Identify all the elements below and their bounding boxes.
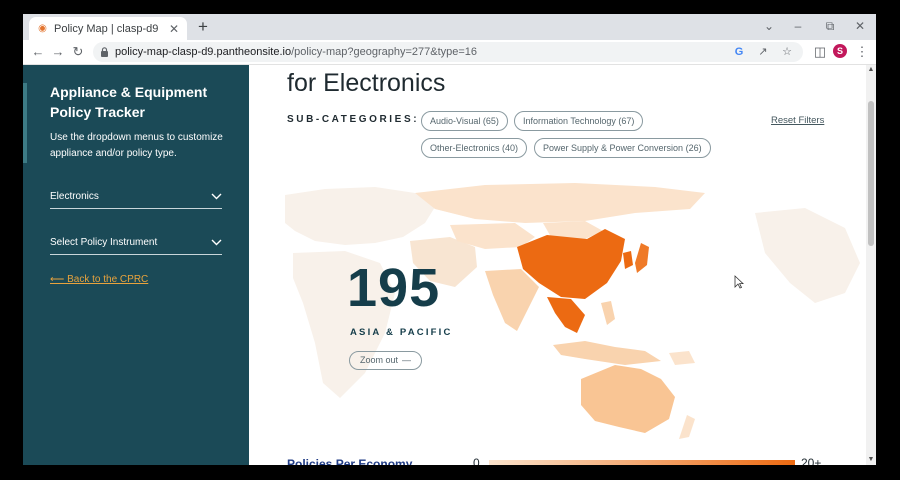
scroll-up-icon[interactable]: ▲ [866,65,876,75]
map-region-russia [415,183,705,223]
legend-min: 0 [473,456,480,465]
map-region-philippines [601,301,615,325]
chip-information-technology[interactable]: Information Technology (67) [514,111,644,131]
map-region-png [669,351,695,365]
map-region-korea [623,251,633,269]
tab-strip: ◉ Policy Map | clasp-d9 ✕ + ⌄ – ⧉ ✕ [23,14,876,40]
address-bar[interactable]: policy-map-clasp-d9.pantheonsite.io/poli… [93,42,803,62]
favicon-icon: ◉ [38,23,47,34]
policy-count: 195 [347,258,441,318]
page-heading: for Electronics [287,69,446,97]
map-region-japan [635,243,649,273]
policy-instrument-select[interactable]: Select Policy Instrument [50,230,222,255]
reset-filters-link[interactable]: Reset Filters [771,115,824,126]
legend-max: 20+ [801,456,822,465]
chip-power-supply[interactable]: Power Supply & Power Conversion (26) [534,138,711,158]
profile-avatar[interactable]: S [833,44,847,58]
legend-gradient-bar [489,460,795,465]
map-region-americas [755,208,860,303]
mouse-cursor-icon [734,275,744,289]
legend-title: Policies Per Economy [287,457,413,465]
bookmark-star-icon[interactable]: ☆ [779,44,795,60]
browser-window: ◉ Policy Map | clasp-d9 ✕ + ⌄ – ⧉ ✕ ← → … [23,14,876,465]
google-icon[interactable]: G [731,44,747,60]
browser-toolbar: ← → ↻ policy-map-clasp-d9.pantheonsite.i… [23,40,876,65]
map-region-indonesia [553,341,661,365]
close-window-button[interactable]: ✕ [852,18,868,34]
region-name: ASIA & PACIFIC [350,327,453,338]
url-text: policy-map-clasp-d9.pantheonsite.io/poli… [115,46,478,58]
new-tab-button[interactable]: + [195,18,211,35]
appliance-select[interactable]: Electronics [50,184,222,209]
chip-audio-visual[interactable]: Audio-Visual (65) [421,111,508,131]
scroll-thumb[interactable] [868,101,874,246]
page-viewport: Appliance & Equipment Policy Tracker Use… [23,65,876,465]
minus-icon: — [402,355,412,365]
subcategories-label: SUB-CATEGORIES: [287,114,420,125]
page-scrollbar[interactable]: ▲ ▼ [866,65,876,465]
map-region-australia [581,365,675,433]
zoom-out-label: Zoom out [360,355,399,365]
tab-close-icon[interactable]: ✕ [167,22,181,36]
reload-icon[interactable]: ↻ [69,43,87,61]
sidepanel-icon[interactable]: ◫ [811,43,829,61]
appliance-select-value: Electronics [50,190,99,202]
zoom-out-button[interactable]: Zoom out — [349,351,423,370]
map-region-southeast-asia [547,297,585,333]
map-region-europe [285,187,435,245]
restore-button[interactable]: ⧉ [822,18,838,34]
share-icon[interactable]: ↗ [755,44,771,60]
map-region-new-zealand [679,415,695,439]
tab-title: Policy Map | clasp-d9 [54,22,159,35]
lock-icon [101,47,108,57]
sidebar-title: Appliance & Equipment Policy Tracker [50,84,208,120]
forward-arrow-icon[interactable]: → [49,43,67,61]
back-to-cprc-link[interactable]: ⟵ Back to the CPRC [50,274,148,285]
back-arrow-icon[interactable]: ← [29,43,47,61]
sidebar-description: Use the dropdown menus to customize appl… [50,132,223,159]
policy-select-value: Select Policy Instrument [50,236,158,248]
chevron-down-icon [211,193,222,199]
map-region-south-asia [485,269,539,331]
browser-tab[interactable]: ◉ Policy Map | clasp-d9 ✕ [29,17,187,40]
sidebar: Appliance & Equipment Policy Tracker Use… [23,65,249,465]
chevron-down-icon [211,239,222,245]
tab-search-icon[interactable]: ⌄ [761,18,777,34]
chip-other-electronics[interactable]: Other-Electronics (40) [421,138,528,158]
minimize-button[interactable]: – [790,18,806,34]
menu-dots-icon[interactable]: ⋮ [853,43,871,61]
scroll-down-icon[interactable]: ▼ [866,455,876,465]
sidebar-accent [23,83,27,163]
